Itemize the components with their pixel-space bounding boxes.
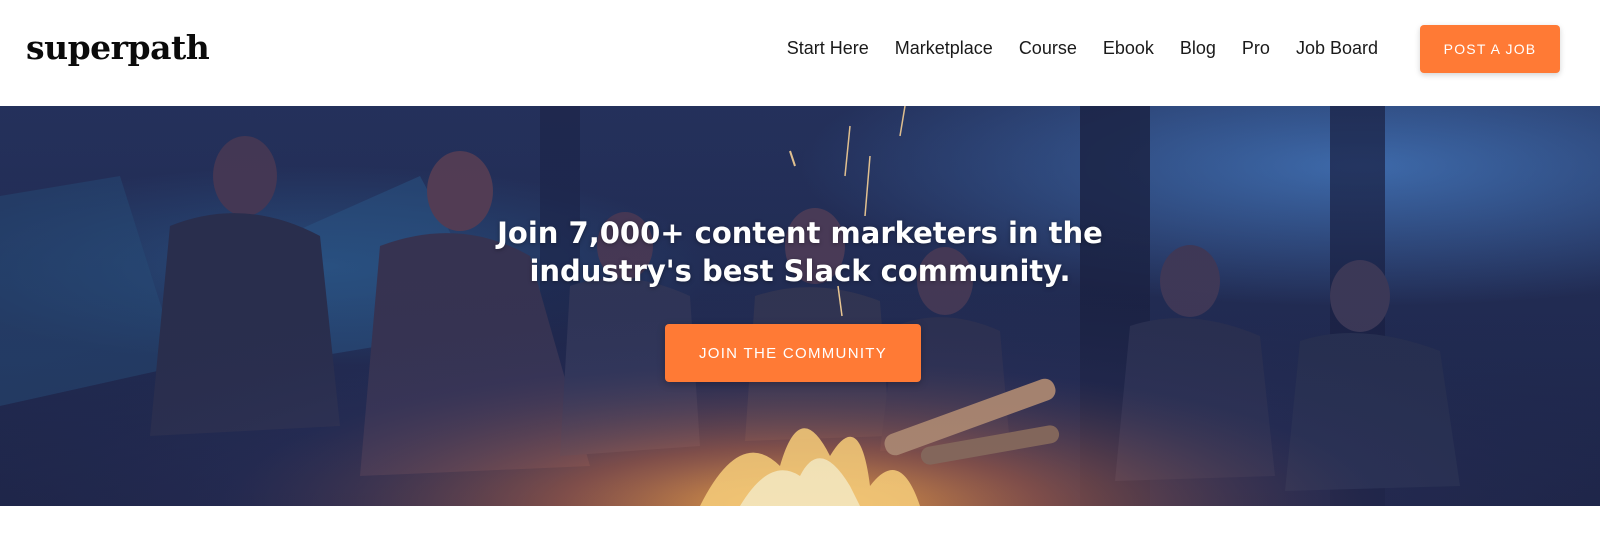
nav-item-ebook[interactable]: Ebook <box>1103 38 1154 59</box>
hero-headline-line-2: industry's best Slack community. <box>529 254 1071 288</box>
nav-item-job-board[interactable]: Job Board <box>1296 38 1378 59</box>
post-a-job-button[interactable]: POST A JOB <box>1420 25 1560 73</box>
hero-color-overlay <box>0 106 1600 506</box>
superpath-logo[interactable]: superpath <box>26 28 210 67</box>
join-the-community-button[interactable]: JOIN THE COMMUNITY <box>665 324 921 382</box>
nav-item-course[interactable]: Course <box>1019 38 1077 59</box>
main-navigation: Start Here Marketplace Course Ebook Blog… <box>761 38 1378 59</box>
nav-item-blog[interactable]: Blog <box>1180 38 1216 59</box>
nav-item-pro[interactable]: Pro <box>1242 38 1270 59</box>
hero-headline: Join 7,000+ content marketers in the ind… <box>0 214 1600 290</box>
nav-item-marketplace[interactable]: Marketplace <box>895 38 993 59</box>
nav-item-start-here[interactable]: Start Here <box>787 38 869 59</box>
hero-section: Join 7,000+ content marketers in the ind… <box>0 106 1600 506</box>
site-header: superpath Start Here Marketplace Course … <box>0 0 1600 106</box>
hero-headline-line-1: Join 7,000+ content marketers in the <box>497 216 1103 250</box>
